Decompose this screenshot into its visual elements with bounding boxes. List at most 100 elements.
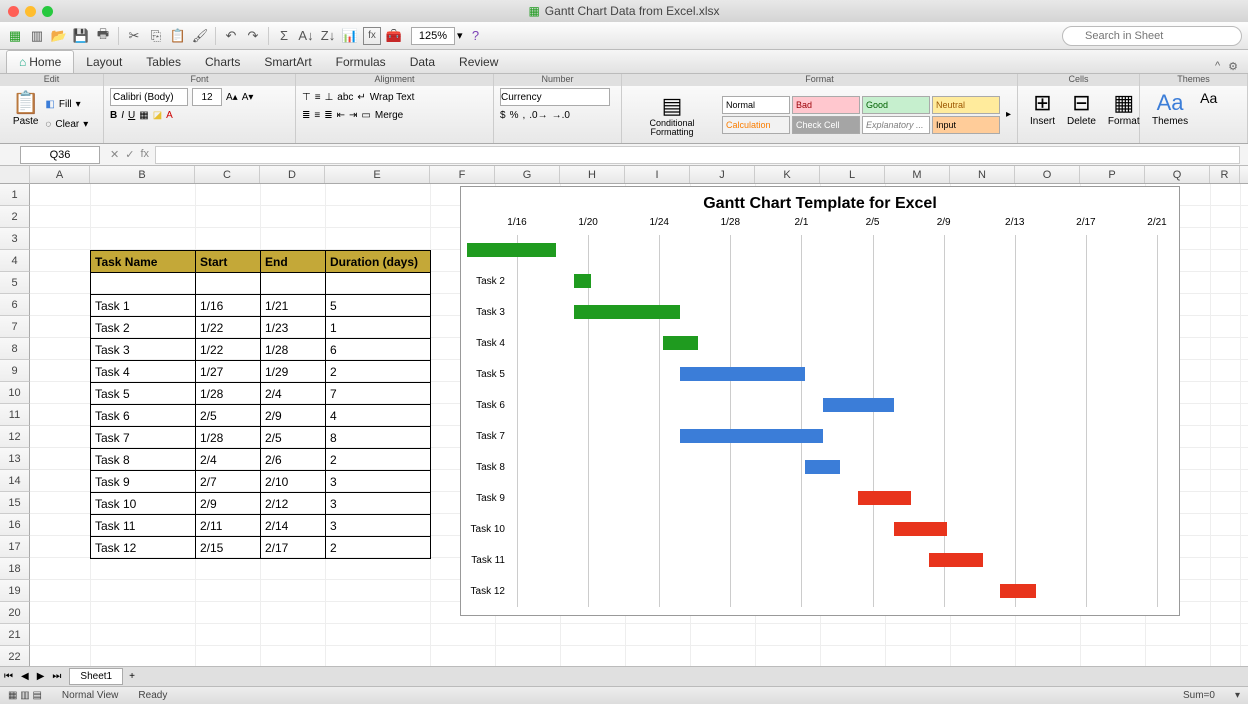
table-row[interactable]: Task 102/92/123 [91, 493, 431, 515]
enter-formula-icon[interactable]: ✓ [125, 148, 134, 161]
gantt-bar[interactable] [467, 243, 556, 257]
style-calculation[interactable]: Calculation [722, 116, 790, 134]
help-icon[interactable]: ? [467, 27, 485, 45]
style-explanatory[interactable]: Explanatory ... [862, 116, 930, 134]
conditional-formatting-button[interactable]: ▤Conditional Formatting [628, 91, 716, 139]
column-header[interactable]: D [260, 166, 325, 183]
tab-review[interactable]: Review [447, 51, 510, 73]
tab-layout[interactable]: Layout [74, 51, 134, 73]
paste-button[interactable]: 📋Paste [6, 88, 45, 141]
zoom-dropdown-icon[interactable]: ▾ [457, 29, 463, 42]
gantt-bar[interactable] [858, 491, 911, 505]
select-all-corner[interactable] [0, 166, 30, 184]
table-row[interactable]: Task 11/161/215 [91, 295, 431, 317]
sheet-nav-first-icon[interactable]: ⏮ [0, 671, 17, 682]
spreadsheet-grid[interactable]: ABCDEFGHIJKLMNOPQR 123456789101112131415… [0, 166, 1248, 666]
table-row[interactable]: Task 51/282/47 [91, 383, 431, 405]
gantt-bar[interactable] [823, 398, 894, 412]
column-header[interactable]: G [495, 166, 560, 183]
underline-button[interactable]: U [128, 110, 135, 121]
collapse-ribbon-icon[interactable]: ^ [1215, 60, 1220, 73]
decrease-decimal-icon[interactable]: →.0 [552, 110, 570, 121]
tab-tables[interactable]: Tables [134, 51, 193, 73]
gear-icon[interactable]: ⚙ [1228, 60, 1238, 73]
bold-button[interactable]: B [110, 110, 117, 121]
row-header[interactable]: 10 [0, 382, 30, 404]
column-header[interactable]: H [560, 166, 625, 183]
comma-icon[interactable]: , [522, 110, 525, 121]
column-header[interactable]: J [690, 166, 755, 183]
print-icon[interactable]: 🖶 [94, 27, 112, 45]
column-header[interactable]: Q [1145, 166, 1210, 183]
row-header[interactable]: 9 [0, 360, 30, 382]
style-neutral[interactable]: Neutral [932, 96, 1000, 114]
new-icon[interactable]: ▥ [28, 27, 46, 45]
gantt-bar[interactable] [680, 367, 804, 381]
row-header[interactable]: 17 [0, 536, 30, 558]
clear-icon[interactable]: ◌ [45, 119, 51, 130]
column-header[interactable]: C [195, 166, 260, 183]
row-header[interactable]: 16 [0, 514, 30, 536]
row-header[interactable]: 2 [0, 206, 30, 228]
gantt-bar[interactable] [663, 336, 699, 350]
table-row[interactable]: Task 41/271/292 [91, 361, 431, 383]
column-header[interactable]: I [625, 166, 690, 183]
indent-decrease-icon[interactable]: ⇤ [337, 110, 345, 121]
column-header[interactable]: K [755, 166, 820, 183]
row-header[interactable]: 13 [0, 448, 30, 470]
row-header[interactable]: 15 [0, 492, 30, 514]
table-header[interactable]: Start [196, 251, 261, 273]
column-header[interactable]: L [820, 166, 885, 183]
style-good[interactable]: Good [862, 96, 930, 114]
close-icon[interactable] [8, 6, 19, 17]
tab-formulas[interactable]: Formulas [324, 51, 398, 73]
gantt-chart[interactable]: Gantt Chart Template for Excel1/161/201/… [460, 186, 1180, 616]
minimize-icon[interactable] [25, 6, 36, 17]
column-header[interactable]: M [885, 166, 950, 183]
row-header[interactable]: 11 [0, 404, 30, 426]
row-header[interactable]: 22 [0, 646, 30, 666]
gantt-bar[interactable] [574, 274, 592, 288]
wrap-text-icon[interactable]: ↵ [357, 92, 365, 103]
column-header[interactable]: P [1080, 166, 1145, 183]
zoom-input[interactable] [411, 27, 455, 45]
paste-icon[interactable]: 📋 [169, 27, 187, 45]
increase-font-icon[interactable]: A▴ [226, 92, 238, 103]
increase-decimal-icon[interactable]: .0→ [529, 110, 547, 121]
gantt-bar[interactable] [929, 553, 982, 567]
column-header[interactable]: B [90, 166, 195, 183]
style-check-cell[interactable]: Check Cell [792, 116, 860, 134]
cut-icon[interactable]: ✂ [125, 27, 143, 45]
italic-button[interactable]: I [121, 110, 124, 121]
insert-cells-button[interactable]: ⊞Insert [1024, 88, 1061, 141]
row-header[interactable]: 7 [0, 316, 30, 338]
dropdown-icon[interactable]: ▾ [83, 119, 88, 130]
table-header[interactable]: Duration (days) [326, 251, 431, 273]
sheet-nav-prev-icon[interactable]: ◀ [17, 671, 33, 682]
table-row[interactable]: Task 21/221/231 [91, 317, 431, 339]
row-header[interactable]: 21 [0, 624, 30, 646]
row-header[interactable]: 20 [0, 602, 30, 624]
percent-icon[interactable]: % [510, 110, 519, 121]
column-headers[interactable]: ABCDEFGHIJKLMNOPQR [30, 166, 1248, 184]
column-header[interactable]: N [950, 166, 1015, 183]
task-data-table[interactable]: Task NameStartEndDuration (days)Task 11/… [90, 250, 431, 559]
chart-icon[interactable]: 📊 [341, 27, 359, 45]
align-right-icon[interactable]: ≣ [324, 110, 332, 121]
save-icon[interactable]: 💾 [72, 27, 90, 45]
fill-icon[interactable]: ◧ [45, 99, 54, 110]
table-header[interactable]: Task Name [91, 251, 196, 273]
autosum-icon[interactable]: Σ [275, 27, 293, 45]
table-row[interactable]: Task 31/221/286 [91, 339, 431, 361]
row-header[interactable]: 1 [0, 184, 30, 206]
toolbox-icon[interactable]: 🧰 [385, 27, 403, 45]
orientation-icon[interactable]: abc [337, 92, 353, 103]
align-bottom-icon[interactable]: ⊥ [325, 92, 334, 103]
column-header[interactable]: R [1210, 166, 1240, 183]
delete-cells-button[interactable]: ⊟Delete [1061, 88, 1102, 141]
dropdown-icon[interactable]: ▾ [76, 99, 81, 110]
add-sheet-icon[interactable]: + [123, 671, 141, 682]
formula-input[interactable] [155, 146, 1240, 164]
tab-data[interactable]: Data [398, 51, 447, 73]
align-center-icon[interactable]: ≡ [314, 110, 320, 121]
